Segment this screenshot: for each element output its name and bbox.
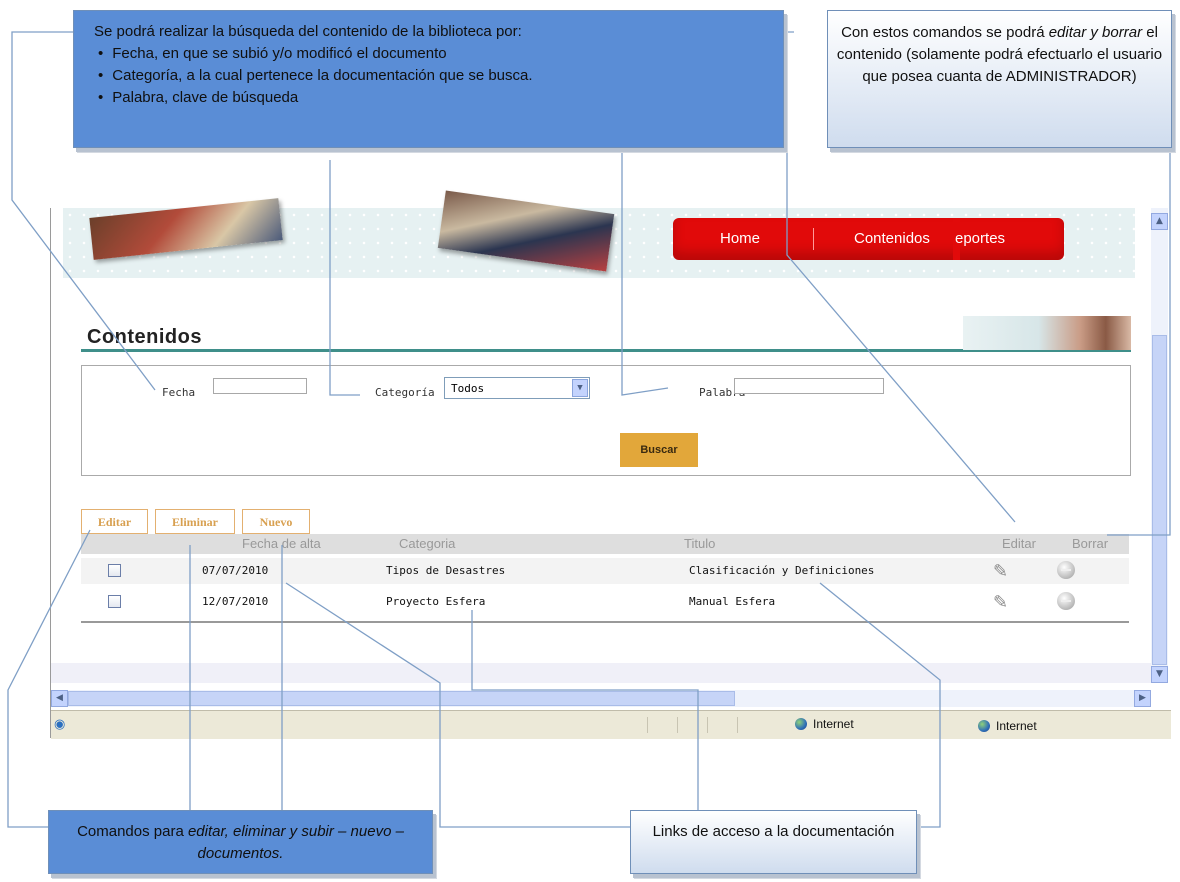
delete-circle-icon[interactable] xyxy=(1057,592,1075,610)
row-categoria-link[interactable]: Tipos de Desastres xyxy=(386,564,505,577)
horizontal-scrollbar[interactable]: ◀ ▶ xyxy=(51,690,1151,707)
banner-photo-left xyxy=(89,198,283,260)
callout-search-item: Categoría, a la cual pertenece la docume… xyxy=(98,65,763,87)
status-cell xyxy=(677,717,708,733)
menu-separator xyxy=(813,228,814,250)
globe-icon xyxy=(795,718,807,730)
row-titulo-link[interactable]: Clasificación y Definiciones xyxy=(689,564,874,577)
scroll-down-icon[interactable]: ▼ xyxy=(1151,666,1168,683)
col-categoria: Categoria xyxy=(399,536,456,551)
callout-right-text-1: Con estos comandos se podrá xyxy=(841,24,1049,41)
callout-search-item: Palabra, clave de búsqueda xyxy=(98,87,763,109)
fecha-input[interactable] xyxy=(213,378,307,394)
col-fecha: Fecha de alta xyxy=(242,536,321,551)
horizontal-scroll-thumb[interactable] xyxy=(68,691,735,706)
zone-label: Internet xyxy=(996,719,1037,733)
scroll-left-icon[interactable]: ◀ xyxy=(51,690,68,707)
row-checkbox[interactable] xyxy=(108,595,121,608)
col-editar: Editar xyxy=(1002,536,1036,551)
row-titulo-link[interactable]: Manual Esfera xyxy=(689,595,775,608)
table-bottom-rule xyxy=(81,621,1129,623)
callout-right-italic: editar y borrar xyxy=(1048,24,1143,41)
menu-home[interactable]: Home xyxy=(720,230,760,247)
table-row: 07/07/2010 Tipos de Desastres Clasificac… xyxy=(81,558,1129,584)
callout-search-help: Se podrá realizar la búsqueda del conten… xyxy=(73,10,784,148)
status-cell xyxy=(647,717,678,733)
callout-left-text: Comandos para xyxy=(77,823,188,840)
zone-label: Internet xyxy=(813,717,854,731)
callout-search-item: Fecha, en que se subió y/o modificó el d… xyxy=(98,43,763,65)
new-button[interactable]: Nuevo xyxy=(242,509,310,534)
callout-mid-text: Links de acceso a la documentación xyxy=(652,823,895,840)
header-photo xyxy=(963,316,1131,350)
categoria-label: Categoría xyxy=(375,386,435,399)
callout-links: Links de acceso a la documentación xyxy=(630,810,917,874)
edit-button[interactable]: Editar xyxy=(81,509,148,534)
banner-photo-center xyxy=(437,190,615,272)
row-categoria-link[interactable]: Proyecto Esfera xyxy=(386,595,485,608)
status-bar: Internet Internet xyxy=(51,710,1171,739)
ie-page-icon: ◉ xyxy=(54,717,66,732)
menu-contenidos[interactable]: Contenidos xyxy=(854,230,930,247)
col-titulo: Titulo xyxy=(684,536,716,551)
pencil-icon[interactable]: ✎ xyxy=(993,561,1008,582)
globe-icon xyxy=(978,720,990,732)
callout-search-intro: Se podrá realizar la búsqueda del conten… xyxy=(94,23,522,40)
row-fecha: 07/07/2010 xyxy=(202,564,269,577)
main-menu: Home Contenidos eportes xyxy=(673,218,1064,260)
scroll-up-icon[interactable]: ▲ xyxy=(1151,213,1168,230)
page-title: Contenidos xyxy=(87,326,202,348)
vertical-scrollbar[interactable]: ▲ ▼ xyxy=(1151,208,1168,683)
row-checkbox[interactable] xyxy=(108,564,121,577)
site-banner: Home Contenidos eportes xyxy=(63,190,1135,278)
row-fecha: 12/07/2010 xyxy=(202,595,269,608)
col-borrar: Borrar xyxy=(1072,536,1109,551)
palabra-input[interactable] xyxy=(734,378,884,394)
delete-button[interactable]: Eliminar xyxy=(155,509,235,534)
callout-search-list: Fecha, en que se subió y/o modificó el d… xyxy=(94,43,763,109)
table-header: Fecha de alta Categoria Titulo Editar Bo… xyxy=(81,534,1129,554)
status-cell xyxy=(737,717,768,733)
table-row: 12/07/2010 Proyecto Esfera Manual Esfera… xyxy=(81,589,1129,615)
status-cell xyxy=(707,717,738,733)
search-filter-panel: Fecha Categoría Todos ▼ Palabra Buscar xyxy=(81,365,1131,476)
categoria-selected-value: Todos xyxy=(451,382,485,395)
scroll-right-icon[interactable]: ▶ xyxy=(1134,690,1151,707)
callout-edit-delete: Con estos comandos se podrá editar y bor… xyxy=(827,10,1172,148)
vertical-scroll-thumb[interactable] xyxy=(1152,335,1167,665)
categoria-select[interactable]: Todos ▼ xyxy=(444,377,590,399)
callout-left-italic: editar, eliminar y subir – nuevo – docum… xyxy=(187,823,404,862)
page-footer-band xyxy=(51,663,1151,683)
delete-circle-icon[interactable] xyxy=(1057,561,1075,579)
chevron-down-icon[interactable]: ▼ xyxy=(572,379,588,397)
callout-commands: Comandos para editar, eliminar y subir –… xyxy=(48,810,433,874)
menu-reportes[interactable]: eportes xyxy=(955,230,1005,247)
browser-window: Home Contenidos eportes Contenidos Fecha… xyxy=(50,190,1171,739)
pencil-icon[interactable]: ✎ xyxy=(993,592,1008,613)
search-button[interactable]: Buscar xyxy=(620,433,698,467)
fecha-label: Fecha xyxy=(162,386,196,399)
